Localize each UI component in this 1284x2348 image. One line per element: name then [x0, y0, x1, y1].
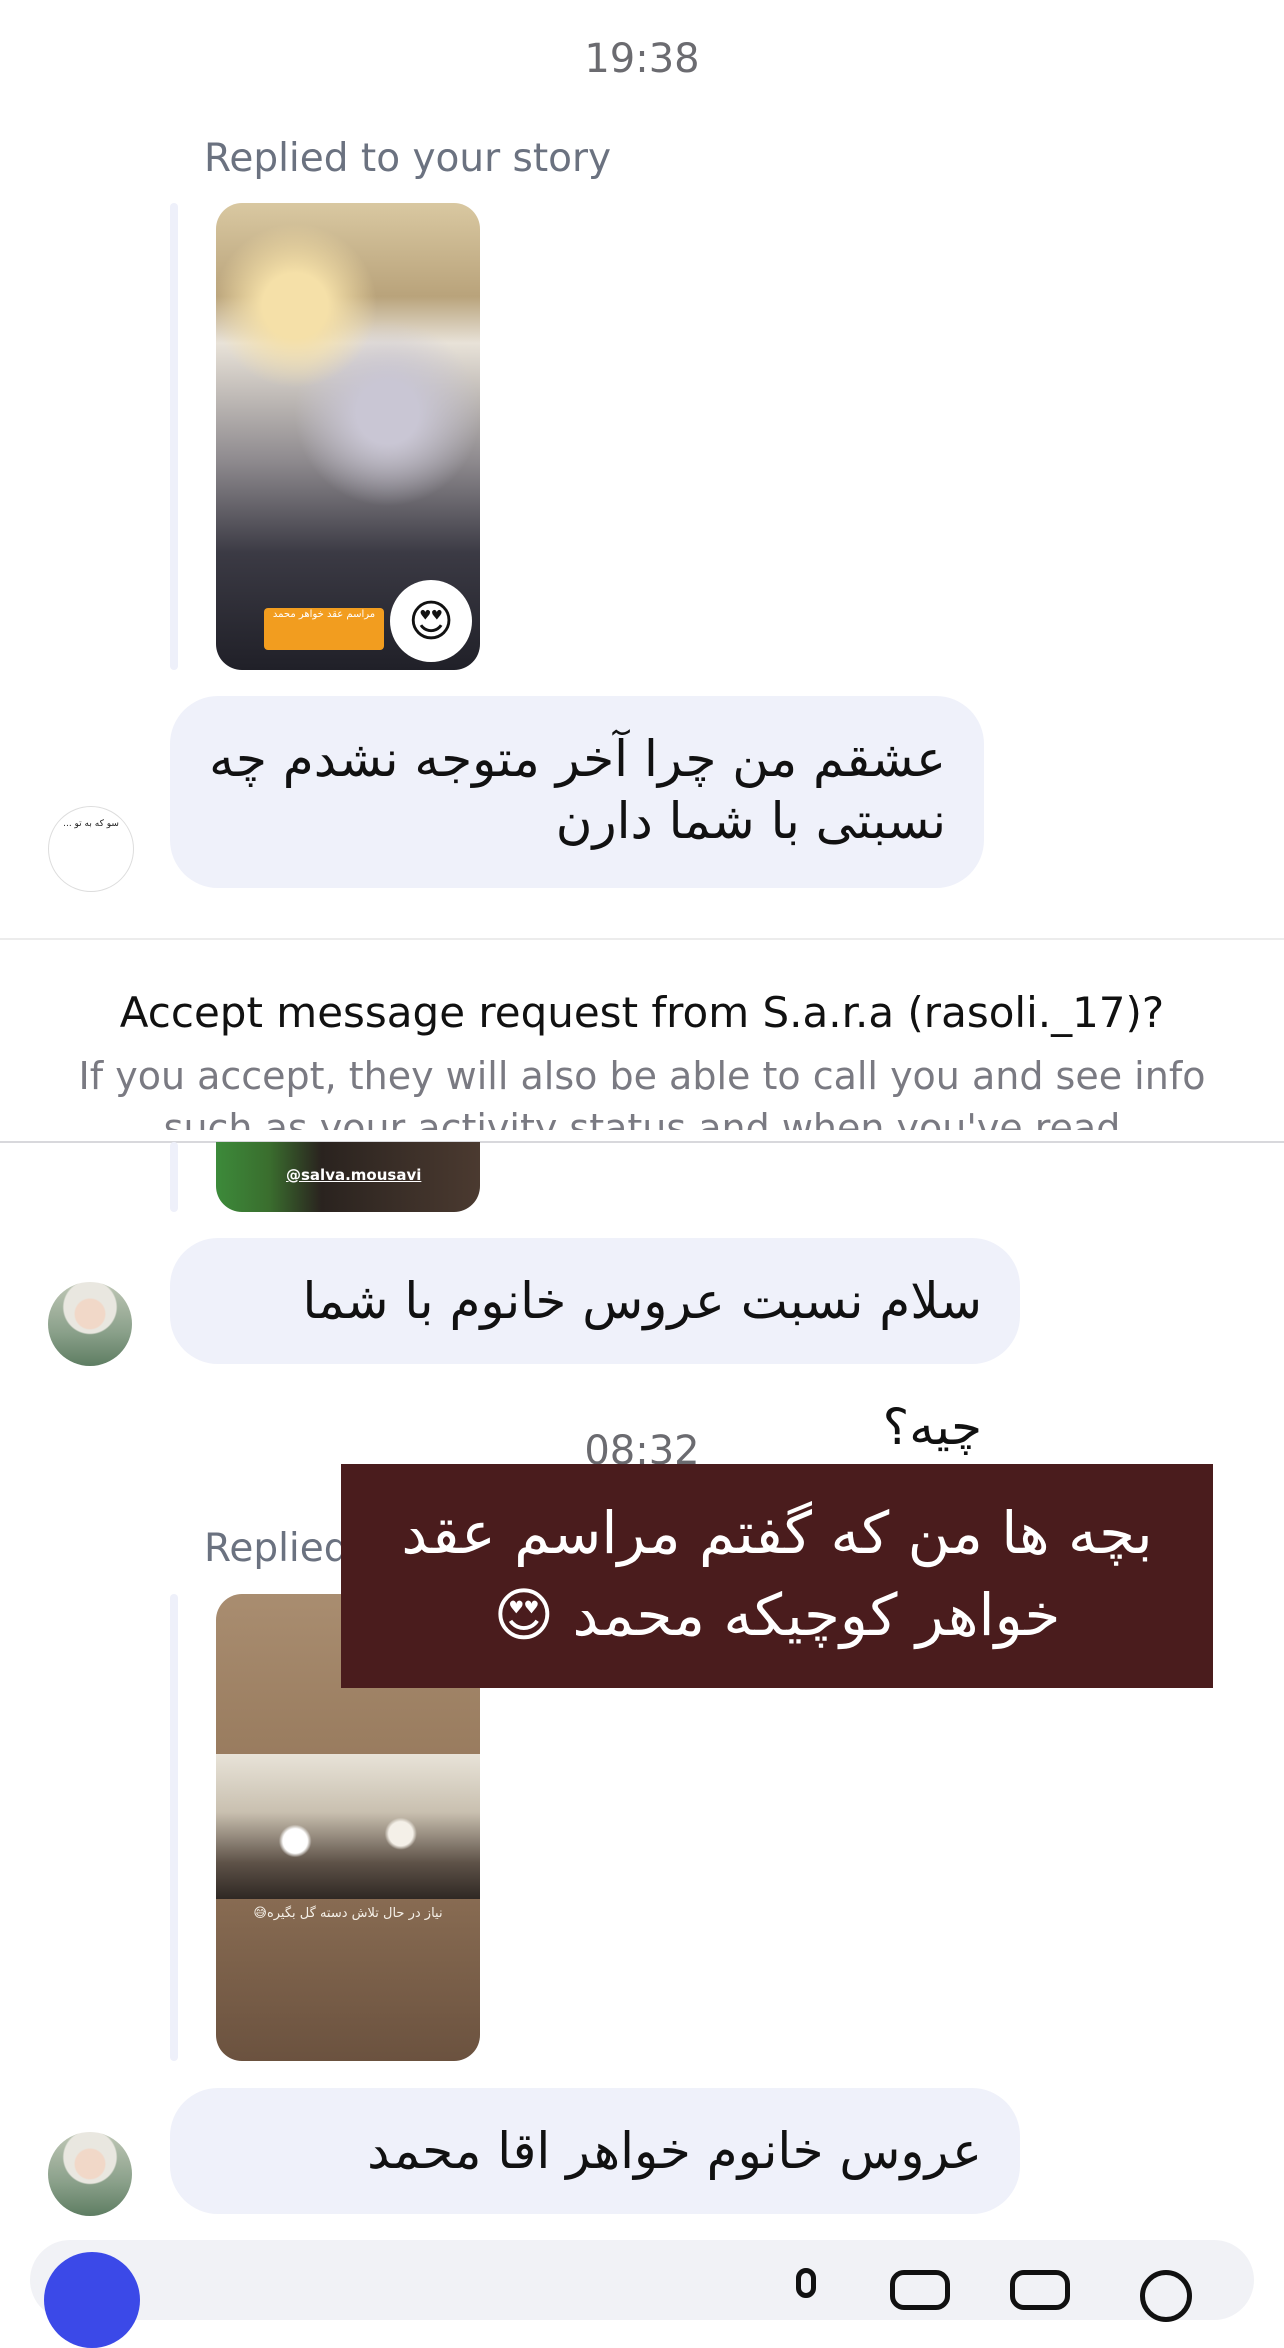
text-overlay-banner: بچه ها من که گفتم مراسم عقد خواهر کوچیکه…: [341, 1464, 1213, 1688]
story-handle: @salva.mousavi: [286, 1166, 422, 1184]
heart-eyes-emoji-icon: 😍: [408, 595, 454, 647]
reply-quote-bar: [170, 1142, 178, 1212]
camera-button[interactable]: [44, 2252, 140, 2348]
add-icon[interactable]: [1140, 2270, 1192, 2322]
divider: [0, 938, 1284, 940]
avatar[interactable]: [48, 1282, 132, 1366]
microphone-icon[interactable]: [796, 2268, 816, 2298]
story-photo: [216, 1754, 480, 1899]
replied-to-story-label: Replied to your story: [204, 136, 612, 181]
sticker-icon[interactable]: [1010, 2270, 1070, 2310]
message-bubble[interactable]: سلام نسبت عروس خانوم با شما چیه؟: [170, 1238, 1020, 1456]
reply-quote-bar: [170, 1594, 178, 2061]
request-subtitle: If you accept, they will also be able to…: [78, 1054, 1206, 1130]
image-icon[interactable]: [890, 2270, 950, 2310]
message-text-line: عشقم من چرا آخر متوجه نشدم چه: [209, 730, 946, 788]
story-caption: نیاز در حال تلاش دسته گل بگیره😅: [253, 1906, 443, 1921]
avatar[interactable]: [48, 2132, 132, 2216]
message-bubble[interactable]: عشقم من چرا آخر متوجه نشدم چه نسبتی با ش…: [170, 696, 984, 888]
request-title: Accept message request from S.a.r.a (ras…: [119, 988, 1165, 1037]
story-thumbnail[interactable]: @salva.mousavi: [216, 1142, 480, 1212]
replied-to-story-label: Replied: [204, 1526, 349, 1571]
message-composer[interactable]: [30, 2240, 1254, 2320]
message-bubble[interactable]: عروس خانوم خواهر اقا محمد هستن؟: [170, 2088, 1020, 2306]
request-banner-bottom-border: [0, 1141, 1284, 1143]
message-text-line: نسبتی با شما دارن: [555, 792, 946, 850]
reply-quote-bar: [170, 203, 178, 670]
story-reaction: 😍: [390, 580, 472, 662]
timestamp: 19:38: [584, 36, 700, 82]
avatar[interactable]: سو که به تو ...: [48, 806, 134, 892]
story-thumbnail[interactable]: مراسم عقد خواهر محمد 😍: [216, 203, 480, 670]
story-caption: مراسم عقد خواهر محمد: [264, 608, 384, 650]
